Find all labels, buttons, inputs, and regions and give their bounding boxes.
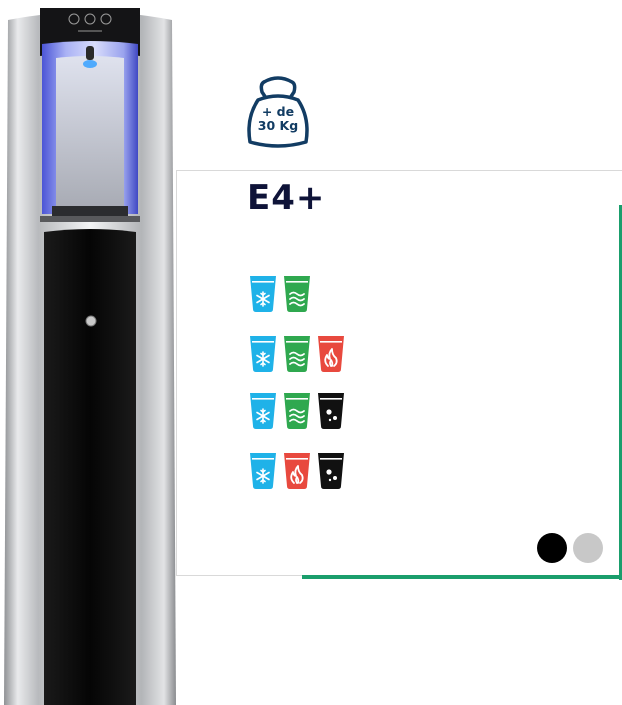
snowflake-water-cup-icon (250, 393, 276, 429)
weight-label-line2: 30 Kg (257, 118, 299, 133)
bubbles-water-cup-icon (318, 453, 344, 489)
weight-badge: + de 30 Kg (244, 76, 312, 152)
flame-water-cup-icon (284, 453, 310, 489)
snowflake-water-cup-icon (250, 276, 276, 312)
card-accent-bottom (302, 575, 622, 579)
model-title: E4+ (247, 178, 326, 218)
variant-row (248, 335, 346, 373)
water-dispenser-image (0, 0, 180, 705)
product-card (176, 170, 622, 576)
wave-water-cup-icon (284, 276, 310, 312)
color-swatch-black[interactable] (537, 533, 567, 563)
variant-row (248, 275, 312, 313)
weight-label-line1: + de (261, 104, 295, 119)
wave-water-cup-icon (284, 336, 310, 372)
snowflake-water-cup-icon (250, 453, 276, 489)
color-options (537, 533, 603, 563)
wave-water-cup-icon (284, 393, 310, 429)
variant-row (248, 392, 346, 430)
color-swatch-silver[interactable] (573, 533, 603, 563)
flame-water-cup-icon (318, 336, 344, 372)
bubbles-water-cup-icon (318, 393, 344, 429)
variant-row (248, 452, 346, 490)
snowflake-water-cup-icon (250, 336, 276, 372)
